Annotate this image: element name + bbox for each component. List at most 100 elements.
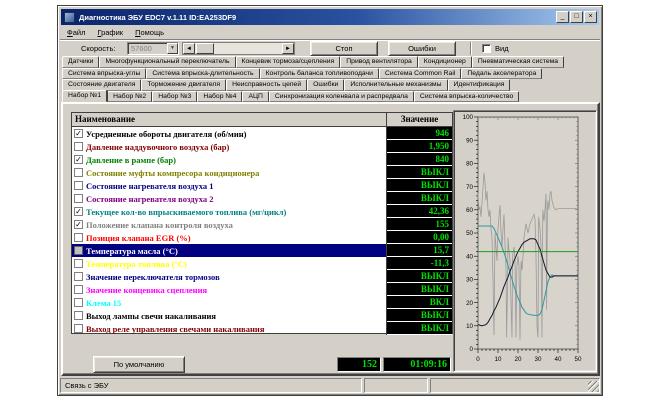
minimize-icon[interactable]: _ [556,11,569,23]
table-row[interactable]: Состояние муфты компресора кондиционераВ… [72,166,452,179]
table-row[interactable]: Давление наддувочного воздуха (бар)1,950 [72,140,452,153]
menu-item-3[interactable]: Помощь [129,26,170,39]
table-row[interactable]: Состояние нагревателя воздуха 2ВЫКЛ [72,192,452,205]
table-row[interactable]: Значение переключателя тормозовВЫКЛ [72,270,452,283]
parameter-name-cell[interactable]: Температура масла (°C) [72,244,387,257]
tab-набор-№4[interactable]: Набор №4 [197,91,242,103]
parameter-value: ВЫКЛ [387,322,452,335]
table-row[interactable]: ✓Текущее кол-во впрыскиваемого топлива (… [72,205,452,218]
parameter-name-cell[interactable]: ✓Текущее кол-во впрыскиваемого топлива (… [72,205,387,218]
unchecked-checkbox-icon[interactable] [74,285,83,294]
tab-кондиционер[interactable]: Кондиционер [418,56,472,68]
scrollbar-thumb[interactable] [196,43,214,54]
checked-checkbox-icon[interactable]: ✓ [74,207,83,216]
unchecked-checkbox-icon[interactable] [74,272,83,281]
table-row[interactable]: ✓Давление в рампе (бар)840 [72,153,452,166]
tab-система-common-rail[interactable]: Система Common Rail [379,68,461,80]
checked-checkbox-icon[interactable]: ✓ [74,155,83,164]
tab-набор-№1[interactable]: Набор №1 [62,90,107,103]
tab-система-впрыска-длительность[interactable]: Система впрыска-длительность [146,68,259,80]
unchecked-checkbox-icon[interactable] [74,311,83,320]
column-header-name: Наименование [72,113,387,126]
parameter-name-cell[interactable]: ✓Усредненные обороты двигателя (об/мин) [72,127,387,140]
table-row[interactable]: ✓Положение клапана контроля воздуха155 [72,218,452,231]
tab-система-впрыска-количество[interactable]: Система впрыска-количество [414,91,519,103]
svg-text:0: 0 [470,346,474,353]
unchecked-checkbox-icon[interactable] [74,324,83,333]
table-row[interactable]: Клема 15ВКЛ [72,296,452,309]
table-row[interactable]: Значение концевика сцепленияВЫКЛ [72,283,452,296]
checked-checkbox-icon[interactable]: ✓ [74,220,83,229]
unchecked-checkbox-icon[interactable] [74,181,83,190]
table-row[interactable]: Температура топлива (°C)-11,3 [72,257,452,270]
parameter-name-cell[interactable]: Позиция клапана EGR (%) [72,231,387,244]
parameter-name-cell[interactable]: Клема 15 [72,296,387,309]
table-row[interactable]: Выход лампы свечи накаливанияВЫКЛ [72,309,452,322]
unchecked-checkbox-icon[interactable] [74,259,83,268]
unchecked-checkbox-icon[interactable] [74,194,83,203]
tab-контроль-баланса-топливоподачи[interactable]: Контроль баланса топливоподачи [260,68,379,80]
table-row[interactable]: Выход реле управления свечами накаливани… [72,322,452,335]
chevron-down-icon[interactable]: ▼ [167,43,178,54]
unchecked-checkbox-icon[interactable] [74,233,83,242]
default-button[interactable]: По умолчанию [93,356,185,373]
speed-combobox[interactable]: 57600 ▼ [127,42,179,55]
scroll-right-icon[interactable]: ► [282,43,294,54]
menu-item-1[interactable]: Файл [61,26,91,39]
speed-scrollbar[interactable]: ◄ ► [182,42,295,55]
parameter-name: Усредненные обороты двигателя (об/мин) [86,129,246,139]
tab-набор-№3[interactable]: Набор №3 [152,91,197,103]
menu-item-2[interactable]: График [91,26,129,39]
tab-торможение-двигателя[interactable]: Торможение двигателя [141,79,226,91]
parameter-name-cell[interactable]: Давление наддувочного воздуха (бар) [72,140,387,153]
table-row[interactable]: ✓Усредненные обороты двигателя (об/мин)9… [72,127,452,140]
unchecked-checkbox-icon[interactable] [74,246,83,255]
tab-исполнительные-механизмы[interactable]: Исполнительные механизмы [344,79,447,91]
unchecked-checkbox-icon[interactable] [74,298,83,307]
svg-text:90: 90 [466,137,473,144]
parameter-name-cell[interactable]: Выход лампы свечи накаливания [72,309,387,322]
tab-состояние-двигателя[interactable]: Состояние двигателя [62,79,141,91]
tab-концевик-тормоза-сцепления[interactable]: Концевик тормоза/сцепления [236,56,341,68]
parameter-name-cell[interactable]: Состояние нагревателя воздуха 1 [72,179,387,192]
speed-value: 57600 [128,43,167,54]
tab-идентификация[interactable]: Идентификация [448,79,511,91]
tab-синхронизация-коленвала-и-распредвала[interactable]: Синхронизация коленвала и распредвала [269,91,414,103]
tab-многофункциональный-переключатель[interactable]: Многофункциональный переключатель [99,56,235,68]
tab-ошибки[interactable]: Ошибки [307,79,344,91]
scrollbar-track[interactable] [214,43,282,54]
svg-text:40: 40 [466,253,473,260]
tab-неисправность-цепей[interactable]: Неисправность цепей [226,79,307,91]
view-checkbox[interactable]: Вид [482,44,509,53]
parameter-name: Температура масла (°C) [86,246,178,256]
tab-пневматическая-система[interactable]: Пневматическая система [472,56,564,68]
tab-датчики[interactable]: Датчики [62,56,99,68]
tab-ацп[interactable]: АЦП [242,91,268,103]
parameter-name-cell[interactable]: ✓Давление в рампе (бар) [72,153,387,166]
table-row[interactable]: Температура масла (°C)15,7 [72,244,452,257]
parameter-name-cell[interactable]: Состояние муфты компресора кондиционера [72,166,387,179]
tab-система-впрыска-углы[interactable]: Система впрыска-углы [62,68,146,80]
tab-набор-№2[interactable]: Набор №2 [107,91,152,103]
parameter-name-cell[interactable]: Значение переключателя тормозов [72,270,387,283]
scroll-left-icon[interactable]: ◄ [183,43,195,54]
checked-checkbox-icon[interactable]: ✓ [74,129,83,138]
parameter-name-cell[interactable]: Состояние нагревателя воздуха 2 [72,192,387,205]
table-row[interactable]: Состояние нагревателя воздуха 1ВЫКЛ [72,179,452,192]
parameter-name-cell[interactable]: Температура топлива (°C) [72,257,387,270]
maximize-icon[interactable]: □ [570,11,583,23]
app-icon [64,12,75,23]
unchecked-checkbox-icon[interactable] [74,168,83,177]
parameter-name-cell[interactable]: ✓Положение клапана контроля воздуха [72,218,387,231]
close-icon[interactable]: × [584,11,597,23]
checkbox-icon[interactable] [482,44,491,53]
parameter-name-cell[interactable]: Выход реле управления свечами накаливани… [72,322,387,335]
table-row[interactable]: Позиция клапана EGR (%)0,00 [72,231,452,244]
unchecked-checkbox-icon[interactable] [74,142,83,151]
stop-button[interactable]: Стоп [310,41,378,56]
tab-педаль-акселератора[interactable]: Педаль акселератора [461,68,542,80]
errors-button[interactable]: Ошибки [388,41,456,56]
resize-grip-icon[interactable] [588,381,599,392]
parameter-name-cell[interactable]: Значение концевика сцепления [72,283,387,296]
tab-привод-вентилятора[interactable]: Привод вентилятора [340,56,417,68]
